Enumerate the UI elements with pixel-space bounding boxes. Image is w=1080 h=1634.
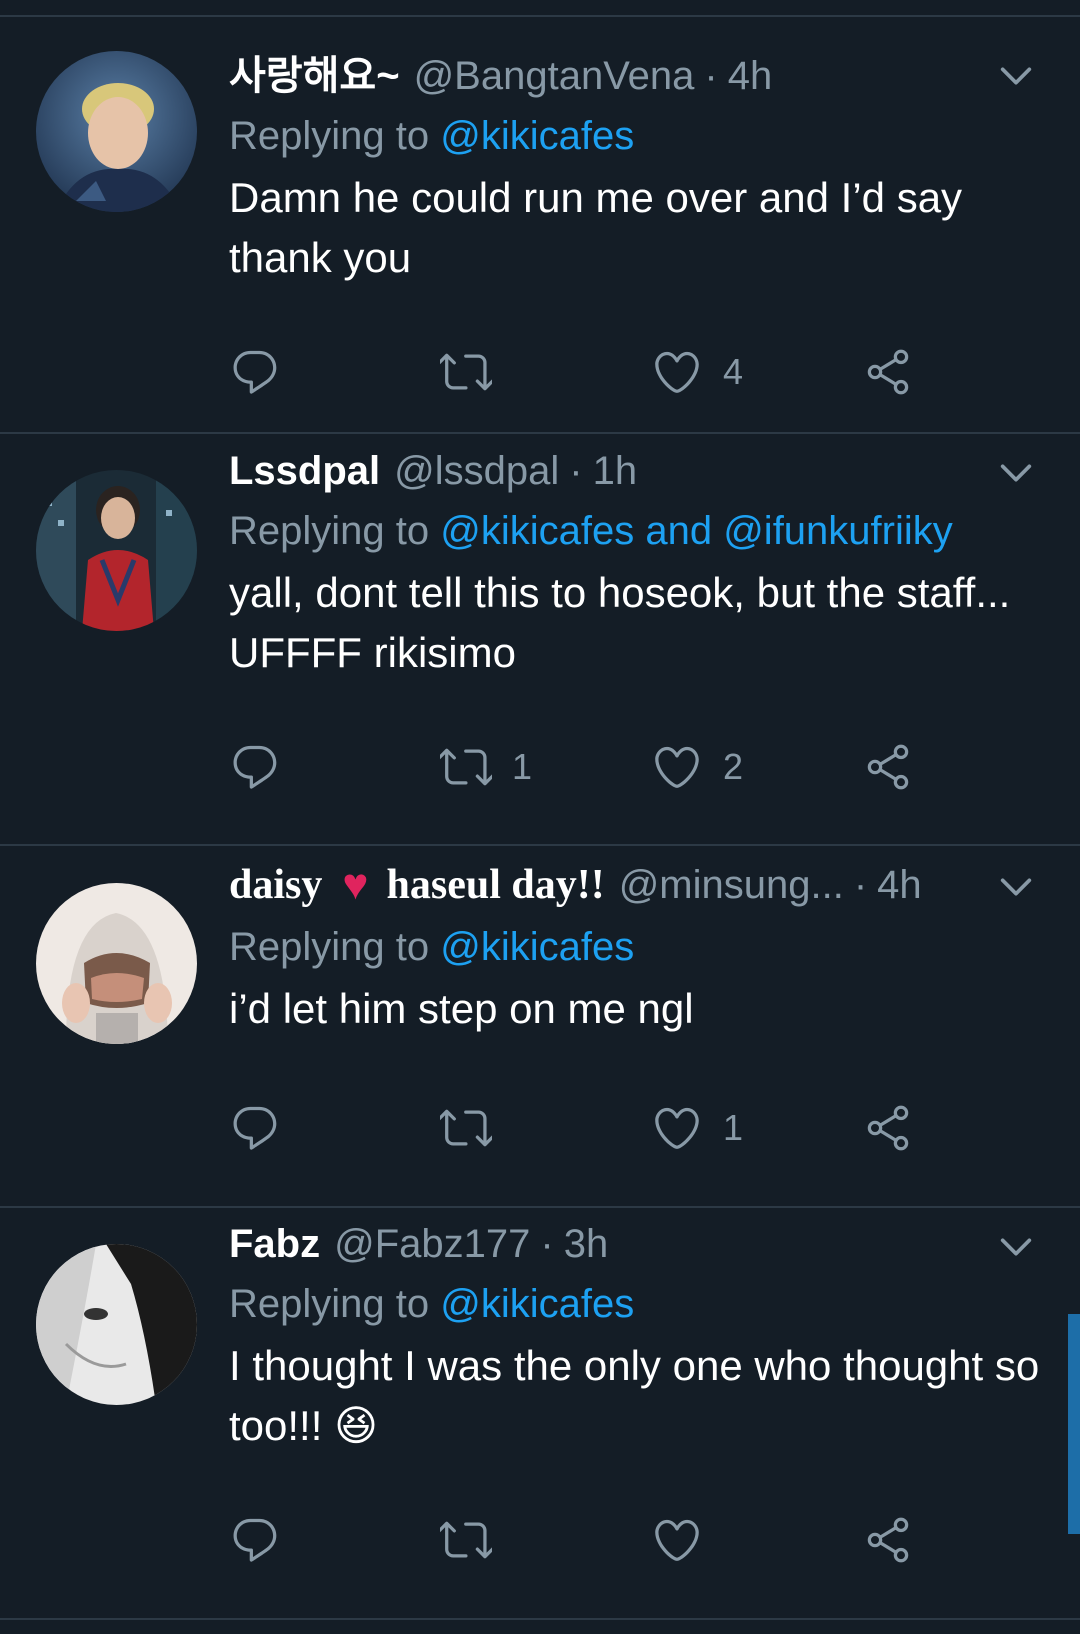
reply-icon [229,346,281,398]
like-button[interactable]: 4 [651,342,743,402]
share-button[interactable] [862,342,914,402]
display-name[interactable]: Lssdpal [229,446,380,496]
separator-dot: · [540,1222,554,1266]
reply-icon [229,741,281,793]
avatar[interactable] [36,1244,197,1405]
retweet-icon [440,1102,492,1154]
avatar[interactable] [36,883,197,1044]
replying-prefix: Replying to [229,925,430,969]
share-icon [862,741,914,793]
heart-icon [651,741,703,793]
separator-dot: · [704,54,718,98]
tweet-header: daisy ♥ haseul day!! @minsung... · 4h [229,860,980,910]
like-count: 2 [723,746,744,787]
heart-icon [651,1514,703,1566]
replying-prefix: Replying to [229,114,430,158]
action-bar: 4 [229,342,949,402]
tweet[interactable]: Lssdpal @lssdpal · 1h Replying to @kikic… [0,434,1080,846]
tweet-text: yall, dont tell this to hoseok, but the … [229,569,1011,676]
tweet[interactable]: 사랑해요~ @BangtanVena · 4h Replying to @kik… [0,17,1080,434]
display-name-suffix[interactable]: haseul day!! [387,860,605,910]
heart-icon [651,346,703,398]
action-bar: 1 2 [229,737,949,797]
scrollbar[interactable] [1068,1314,1080,1534]
avatar[interactable] [36,470,197,631]
retweet-button[interactable] [440,1098,512,1158]
retweet-icon [440,346,492,398]
reply-button[interactable] [229,737,301,797]
laughing-emoji-icon: 😆 [334,1402,378,1449]
display-name[interactable]: Fabz [229,1219,320,1269]
replying-to: Replying to @kikicafes [229,111,1060,161]
mention-link[interactable]: @kikicafes and @ifunkufriiky [440,509,953,553]
replying-to: Replying to @kikicafes and @ifunkufriiky [229,506,1060,556]
retweet-icon [440,741,492,793]
avatar[interactable] [36,51,197,212]
red-heart-icon: ♥ [342,860,369,909]
reply-button[interactable] [229,1510,301,1570]
retweet-button[interactable]: 1 [440,737,532,797]
replying-to: Replying to @kikicafes [229,922,1060,972]
tweet-text: Damn he could run me over and I’d say th… [229,174,963,281]
chevron-down-icon[interactable] [996,867,1036,907]
retweet-icon [440,1514,492,1566]
replying-prefix: Replying to [229,1282,430,1326]
timestamp[interactable]: 4h [877,860,922,910]
like-button[interactable]: 2 [651,737,743,797]
display-name[interactable]: daisy [229,860,322,910]
timestamp[interactable]: 4h [728,51,773,101]
tweet-header: Lssdpal @lssdpal · 1h [229,446,980,496]
mention-link[interactable]: @kikicafes [440,1282,634,1326]
share-icon [862,346,914,398]
tweet-text: i’d let him step on me ngl [229,985,694,1032]
share-icon [862,1102,914,1154]
user-handle[interactable]: @lssdpal [394,446,559,496]
display-name[interactable]: 사랑해요~ [229,51,400,101]
heart-icon [651,1102,703,1154]
chevron-down-icon[interactable] [996,453,1036,493]
tweet[interactable]: daisy ♥ haseul day!! @minsung... · 4h Re… [0,846,1080,1208]
action-bar: 1 [229,1098,949,1158]
like-button[interactable] [651,1510,723,1570]
share-icon [862,1514,914,1566]
like-button[interactable]: 1 [651,1098,743,1158]
tweet[interactable]: Fabz @Fabz177 · 3h Replying to @kikicafe… [0,1208,1080,1620]
action-bar [229,1510,949,1570]
reply-button[interactable] [229,1098,301,1158]
chevron-down-icon[interactable] [996,56,1036,96]
reply-button[interactable] [229,342,301,402]
like-count: 1 [723,1107,744,1148]
like-count: 4 [723,351,744,392]
timestamp[interactable]: 3h [564,1219,609,1269]
replying-to: Replying to @kikicafes [229,1279,1060,1329]
retweet-count: 1 [512,746,533,787]
separator-dot: · [853,863,868,907]
divider [0,1618,1080,1620]
mention-link[interactable]: @kikicafes [440,114,634,158]
tweet-header: Fabz @Fabz177 · 3h [229,1219,980,1269]
share-button[interactable] [862,1510,914,1570]
reply-icon [229,1514,281,1566]
retweet-button[interactable] [440,342,512,402]
share-button[interactable] [862,737,914,797]
user-handle[interactable]: @BangtanVena [414,51,695,101]
timestamp[interactable]: 1h [593,446,638,496]
replying-prefix: Replying to [229,509,430,553]
tweet-text: I thought I was the only one who thought… [229,1336,1050,1456]
mention-link[interactable]: @kikicafes [440,925,634,969]
chevron-down-icon[interactable] [996,1227,1036,1267]
retweet-button[interactable] [440,1510,512,1570]
reply-icon [229,1102,281,1154]
user-handle[interactable]: @minsung... [619,860,844,910]
user-handle[interactable]: @Fabz177 [334,1219,530,1269]
share-button[interactable] [862,1098,914,1158]
tweet-header: 사랑해요~ @BangtanVena · 4h [229,51,980,101]
separator-dot: · [569,449,583,493]
